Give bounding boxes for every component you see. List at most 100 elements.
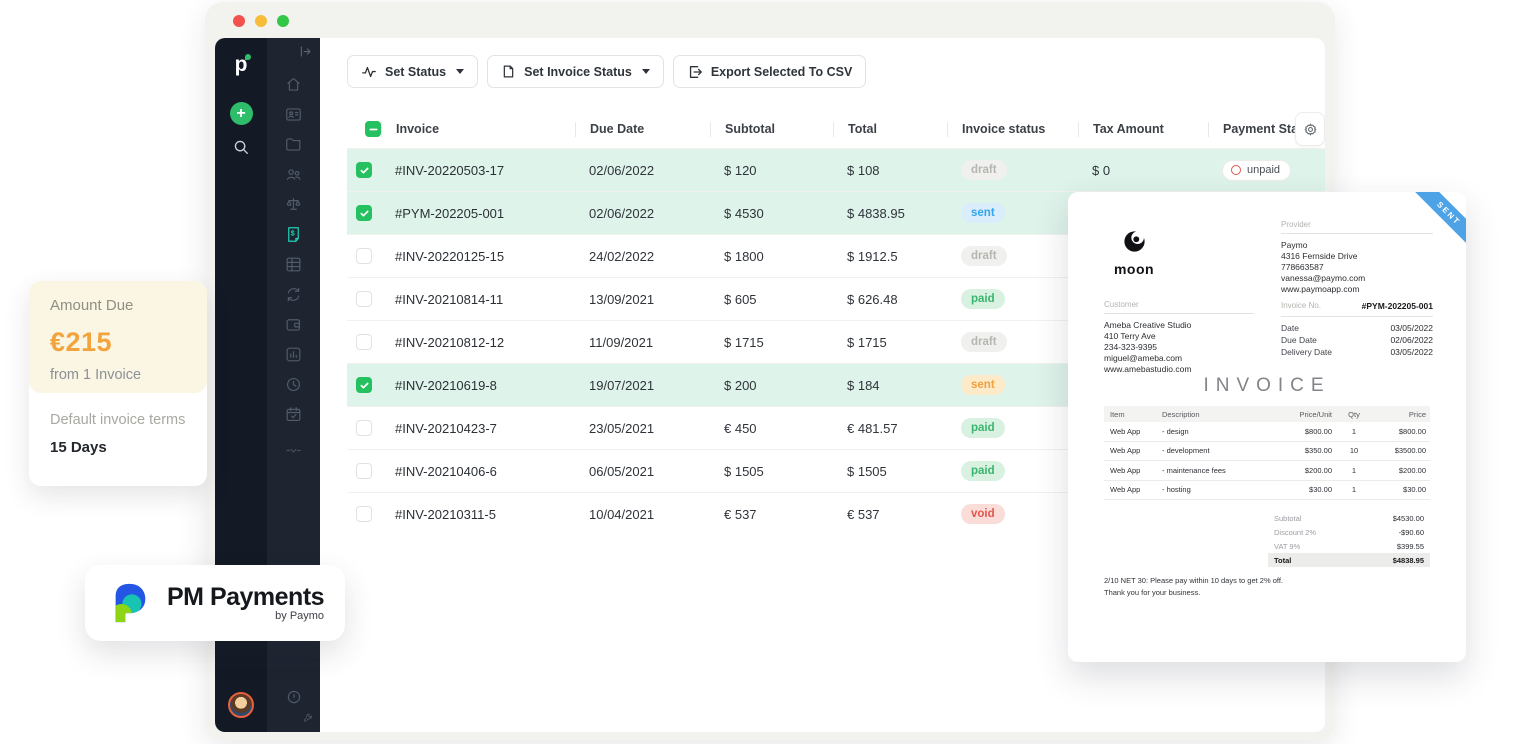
sidebar-item-time[interactable] bbox=[267, 369, 320, 399]
items-cell: - maintenance fees bbox=[1162, 466, 1274, 475]
row-checkbox-cell bbox=[347, 420, 381, 436]
reports-icon bbox=[284, 345, 303, 364]
team-icon bbox=[284, 165, 303, 184]
timer-button[interactable] bbox=[285, 688, 303, 706]
items-cell: $200.00 bbox=[1372, 466, 1430, 475]
sidebar-item-spreadsheet[interactable] bbox=[267, 249, 320, 279]
items-row: Web App- maintenance fees$200.001$200.00 bbox=[1104, 461, 1430, 481]
status-badge: paid bbox=[961, 461, 1005, 481]
row-checkbox[interactable] bbox=[356, 506, 372, 522]
provider-block: Provider Paymo4316 Fernside Drive7786635… bbox=[1281, 220, 1433, 295]
user-avatar[interactable] bbox=[228, 692, 254, 718]
column-header-5[interactable]: Tax Amount bbox=[1078, 122, 1208, 137]
items-column-header: Description bbox=[1162, 410, 1274, 419]
row-checkbox-cell bbox=[347, 291, 381, 307]
column-header-0[interactable]: Invoice bbox=[381, 122, 575, 137]
invoices-icon: $ bbox=[284, 225, 303, 244]
sidebar-item-home[interactable] bbox=[267, 69, 320, 99]
invoice-terms-value: 15 Days bbox=[50, 439, 186, 456]
totals-label: Discount 2% bbox=[1274, 528, 1316, 537]
sidebar-item-calendar[interactable] bbox=[267, 399, 320, 429]
row-checkbox[interactable] bbox=[356, 377, 372, 393]
column-header-1[interactable]: Due Date bbox=[575, 122, 710, 137]
totals-value: $4838.95 bbox=[1393, 556, 1424, 565]
sidebar-item-sync[interactable] bbox=[267, 279, 320, 309]
total-cell: € 481.57 bbox=[833, 421, 947, 436]
time-icon bbox=[284, 375, 303, 394]
meta-value: 02/06/2022 bbox=[1390, 334, 1433, 346]
client-logo: moon bbox=[1098, 228, 1170, 277]
row-checkbox-cell bbox=[347, 506, 381, 522]
status-badge: sent bbox=[961, 375, 1005, 395]
totals-value: -$90.60 bbox=[1399, 528, 1424, 537]
meta-value: #PYM-202205-001 bbox=[1362, 300, 1433, 312]
items-header-row: ItemDescriptionPrice/UnitQtyPrice bbox=[1104, 406, 1430, 422]
header-checkbox-cell bbox=[347, 121, 381, 137]
status-badge: sent bbox=[961, 203, 1005, 223]
provider-lines: Paymo4316 Fernside Drive778663587vanessa… bbox=[1281, 240, 1433, 295]
totals-row: VAT 9%$399.55 bbox=[1268, 539, 1430, 553]
subtotal-cell: $ 120 bbox=[710, 163, 833, 178]
sidebar-item-scales[interactable] bbox=[267, 189, 320, 219]
row-checkbox[interactable] bbox=[356, 420, 372, 436]
expand-sidebar-icon[interactable] bbox=[298, 44, 313, 59]
row-checkbox-cell bbox=[347, 377, 381, 393]
pulse-icon bbox=[361, 64, 377, 80]
invoice-status-cell: draft bbox=[947, 332, 1078, 352]
sync-icon bbox=[284, 285, 303, 304]
invoice-number-cell: #INV-20210406-6 bbox=[381, 464, 575, 479]
row-checkbox[interactable] bbox=[356, 162, 372, 178]
table-row[interactable]: #INV-20220503-1702/06/2022$ 120$ 108draf… bbox=[347, 148, 1325, 191]
column-header-3[interactable]: Total bbox=[833, 122, 947, 137]
sidebar-item-contacts[interactable] bbox=[267, 99, 320, 129]
sidebar-item-wallet[interactable] bbox=[267, 309, 320, 339]
row-checkbox-cell bbox=[347, 205, 381, 221]
row-checkbox[interactable] bbox=[356, 463, 372, 479]
sidebar-item-folder[interactable] bbox=[267, 129, 320, 159]
amount-due-card: Amount Due €215 from 1 Invoice Default i… bbox=[29, 281, 207, 486]
toolbar-button-0[interactable]: Set Status bbox=[347, 55, 478, 88]
search-button[interactable] bbox=[232, 138, 250, 156]
table-header: InvoiceDue DateSubtotalTotalInvoice stat… bbox=[347, 110, 1325, 148]
sidebar-item-reports[interactable] bbox=[267, 339, 320, 369]
close-window-button[interactable] bbox=[233, 15, 245, 27]
column-settings-button[interactable] bbox=[1295, 112, 1325, 146]
add-button[interactable]: + bbox=[230, 102, 253, 125]
svg-text:$: $ bbox=[291, 229, 295, 237]
column-header-2[interactable]: Subtotal bbox=[710, 122, 833, 137]
tax-amount-cell: $ 0 bbox=[1078, 163, 1208, 178]
subtotal-cell: $ 605 bbox=[710, 292, 833, 307]
due-date-cell: 11/09/2021 bbox=[575, 335, 710, 350]
amount-due-subtext: from 1 Invoice bbox=[50, 367, 186, 383]
row-checkbox[interactable] bbox=[356, 291, 372, 307]
items-column-header: Item bbox=[1104, 410, 1162, 419]
toolbar-button-2[interactable]: Export Selected To CSV bbox=[673, 55, 866, 88]
total-cell: $ 108 bbox=[833, 163, 947, 178]
sidebar-item-invoices[interactable]: $ bbox=[267, 219, 320, 249]
items-cell: - hosting bbox=[1162, 485, 1274, 494]
total-cell: $ 1505 bbox=[833, 464, 947, 479]
items-column-header: Price bbox=[1372, 410, 1430, 419]
toolbar-button-1[interactable]: Set Invoice Status bbox=[487, 55, 664, 88]
sidebar-item-team[interactable] bbox=[267, 159, 320, 189]
settings-wrench-button[interactable] bbox=[302, 712, 314, 724]
items-cell: 1 bbox=[1336, 466, 1372, 475]
payment-status-cell: unpaid bbox=[1208, 160, 1325, 181]
total-cell: $ 1715 bbox=[833, 335, 947, 350]
minimize-window-button[interactable] bbox=[255, 15, 267, 27]
column-header-4[interactable]: Invoice status bbox=[947, 122, 1078, 137]
row-checkbox[interactable] bbox=[356, 205, 372, 221]
zoom-window-button[interactable] bbox=[277, 15, 289, 27]
invoice-number-cell: #INV-20210311-5 bbox=[381, 507, 575, 522]
provider-line: vanessa@paymo.com bbox=[1281, 273, 1433, 284]
items-cell: $800.00 bbox=[1274, 427, 1336, 436]
row-checkbox[interactable] bbox=[356, 248, 372, 264]
select-all-checkbox[interactable] bbox=[365, 121, 381, 137]
status-badge: void bbox=[961, 504, 1005, 524]
subtotal-cell: $ 4530 bbox=[710, 206, 833, 221]
invoice-status-cell: paid bbox=[947, 418, 1078, 438]
items-cell: Web App bbox=[1104, 446, 1162, 455]
export-icon bbox=[687, 64, 703, 80]
row-checkbox[interactable] bbox=[356, 334, 372, 350]
sidebar-item-more[interactable] bbox=[267, 435, 320, 465]
